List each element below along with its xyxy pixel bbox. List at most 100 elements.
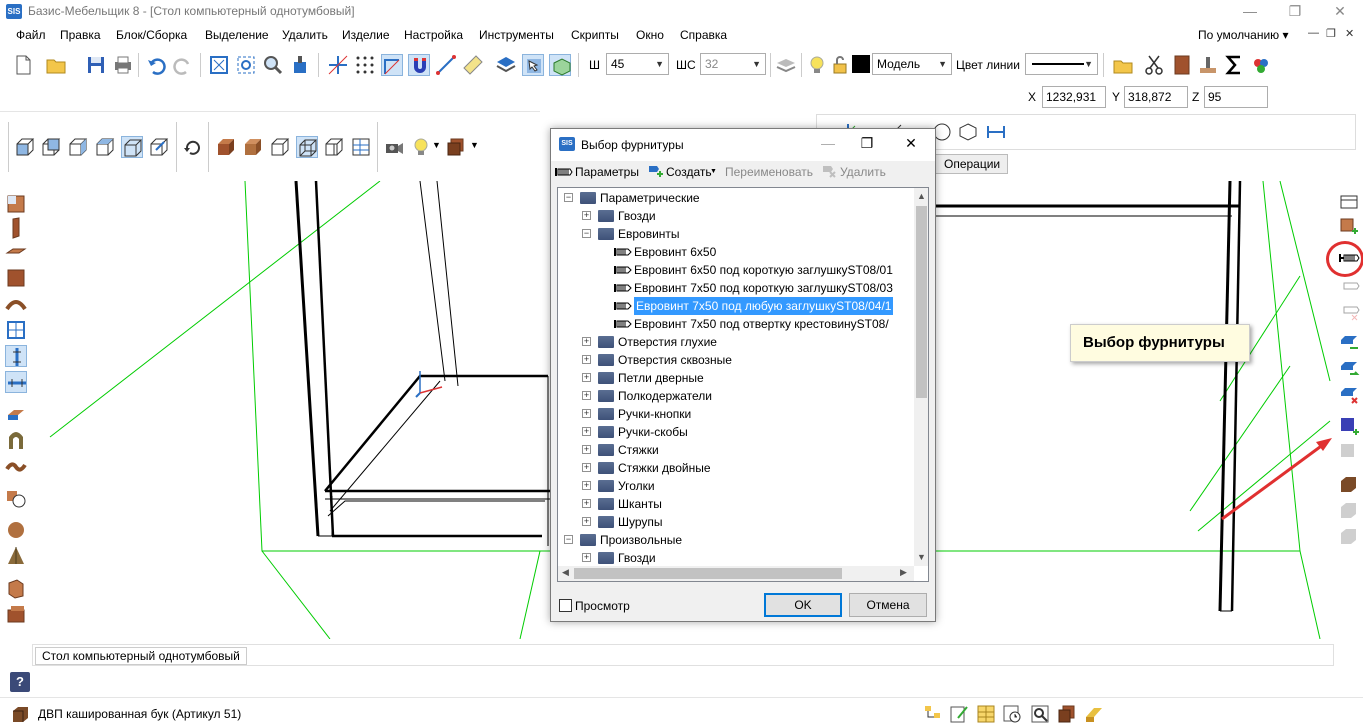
tree-node[interactable]: + Полкодержатели	[558, 387, 914, 405]
band-edit-icon[interactable]	[1083, 703, 1105, 725]
properties-icon[interactable]	[1338, 191, 1360, 213]
expand-icon[interactable]: +	[582, 355, 591, 364]
hardware-params-icon[interactable]	[555, 166, 573, 176]
magnet-icon[interactable]	[408, 54, 430, 76]
tree-node[interactable]: − Произвольные	[558, 531, 914, 549]
tab-document[interactable]: Стол компьютерный однотумбовый	[35, 647, 247, 665]
box-icon[interactable]	[5, 577, 27, 599]
tree-node[interactable]: + Стяжки	[558, 441, 914, 459]
create-button[interactable]: Создать	[666, 165, 712, 179]
tree-node[interactable]: + Уголки	[558, 477, 914, 495]
redo-icon[interactable]	[172, 54, 194, 76]
expand-icon[interactable]: +	[582, 337, 591, 346]
expand-icon[interactable]: +	[582, 463, 591, 472]
menu-block[interactable]: Блок/Сборка	[116, 28, 187, 42]
view-iso-icon[interactable]	[121, 136, 143, 158]
menu-help[interactable]: Справка	[680, 28, 727, 42]
width-input[interactable]: 45 ▼	[606, 53, 669, 75]
view-front-icon[interactable]	[14, 136, 36, 158]
tree-node[interactable]: Евровинт 6х50 под короткую заглушкуST08/…	[558, 261, 914, 279]
tree-node[interactable]: − Евровинты	[558, 225, 914, 243]
create-icon[interactable]	[647, 164, 663, 178]
collapse-icon[interactable]: −	[582, 229, 591, 238]
dialog-minimize-button[interactable]: —	[813, 135, 843, 151]
layer-color-swatch[interactable]	[852, 55, 870, 73]
tab-operations[interactable]: Операции	[935, 154, 1008, 174]
menu-product[interactable]: Изделие	[342, 28, 390, 42]
tree-node[interactable]: Евровинт 7х50 под любую заглушкуST08/04/…	[558, 297, 914, 315]
light-bulb-icon[interactable]	[806, 54, 828, 76]
save-icon[interactable]	[85, 54, 107, 76]
scroll-thumb[interactable]	[916, 206, 927, 398]
expand-icon[interactable]: +	[582, 445, 591, 454]
profile-selector[interactable]: По умолчанию ▾	[1198, 28, 1289, 42]
undo-icon[interactable]	[145, 54, 167, 76]
menu-settings[interactable]: Настройка	[404, 28, 463, 42]
horizontal-scrollbar[interactable]: ◀ ▶	[558, 566, 914, 581]
expand-icon[interactable]: +	[582, 553, 591, 562]
group-add-icon[interactable]	[1338, 415, 1360, 437]
render-wireframe-icon[interactable]	[296, 136, 318, 158]
tree-node[interactable]: + Ручки-кнопки	[558, 405, 914, 423]
mdi-restore-button[interactable]: ❐	[1326, 27, 1336, 40]
hardware-remove-icon[interactable]	[1338, 301, 1360, 323]
cancel-button[interactable]: Отмена	[849, 593, 927, 617]
tree-node[interactable]: Евровинт 7х50 под короткую заглушкуST08/…	[558, 279, 914, 297]
view-right-icon[interactable]	[94, 136, 116, 158]
hexagon-icon[interactable]	[957, 121, 979, 143]
mdi-minimize-button[interactable]: —	[1308, 27, 1319, 39]
menu-delete[interactable]: Удалить	[282, 28, 328, 42]
tree-icon[interactable]	[922, 703, 944, 725]
x-coordinate-input[interactable]: 1232,931	[1042, 86, 1106, 108]
tree-node[interactable]: + Стяжки двойные	[558, 459, 914, 477]
inspect-icon[interactable]	[1029, 703, 1051, 725]
expand-icon[interactable]: +	[582, 517, 591, 526]
step-input[interactable]: 32 ▼	[700, 53, 766, 75]
profile-icon[interactable]	[5, 429, 27, 451]
checkbox-icon[interactable]	[559, 599, 572, 612]
table-icon[interactable]	[975, 703, 997, 725]
help-icon[interactable]: ?	[10, 672, 30, 692]
ortho-snap-icon[interactable]	[381, 54, 403, 76]
pyramid-icon[interactable]	[5, 545, 27, 567]
align-horizontal-icon[interactable]	[5, 371, 27, 393]
preview-checkbox[interactable]: Просмотр	[559, 599, 630, 613]
expand-icon[interactable]: +	[582, 373, 591, 382]
ok-button[interactable]: OK	[764, 593, 842, 617]
rename-button[interactable]: Переименовать	[725, 165, 813, 179]
new-file-icon[interactable]	[12, 54, 34, 76]
material-icon[interactable]	[10, 703, 32, 725]
y-coordinate-input[interactable]: 318,872	[1124, 86, 1188, 108]
group-disabled-icon[interactable]	[1338, 441, 1360, 463]
delete-button[interactable]: Удалить	[840, 165, 886, 179]
lock-icon[interactable]	[829, 54, 851, 76]
tree-node[interactable]: + Петли дверные	[558, 369, 914, 387]
layer-delete-icon[interactable]	[1338, 383, 1360, 405]
layer-up-icon[interactable]	[1338, 331, 1360, 353]
menu-selection[interactable]: Выделение	[205, 28, 269, 42]
rotate-icon[interactable]	[182, 136, 204, 158]
tree-node[interactable]: Евровинт 7х50 под отвертку крестовинуST0…	[558, 315, 914, 333]
restore-button[interactable]: ❐	[1275, 0, 1315, 22]
layers-icon[interactable]	[495, 54, 517, 76]
zoom-window-icon[interactable]	[235, 54, 257, 76]
tree-node[interactable]: − Параметрические	[558, 189, 914, 207]
vertical-panel-icon[interactable]	[5, 217, 27, 239]
render-solid-icon[interactable]	[242, 136, 264, 158]
zoom-extents-icon[interactable]	[208, 54, 230, 76]
panel-icon[interactable]	[1171, 54, 1193, 76]
sum-icon[interactable]	[1223, 54, 1245, 76]
add-block-icon[interactable]	[1338, 216, 1360, 238]
curve-profile-icon[interactable]	[5, 455, 27, 477]
expand-icon[interactable]: +	[582, 391, 591, 400]
select-box-icon[interactable]	[549, 54, 571, 76]
materials-stack-icon[interactable]	[1056, 703, 1078, 725]
render-hidden-lines-icon[interactable]	[269, 136, 291, 158]
expand-icon[interactable]: +	[582, 211, 591, 220]
open-folder-icon[interactable]	[45, 54, 67, 76]
tree-node[interactable]: + Шурупы	[558, 513, 914, 531]
drill-icon[interactable]	[1197, 54, 1219, 76]
view-left-icon[interactable]	[67, 136, 89, 158]
chevron-left-icon[interactable]: ◀	[562, 567, 569, 578]
tree-node[interactable]: Евровинт 6х50	[558, 243, 914, 261]
